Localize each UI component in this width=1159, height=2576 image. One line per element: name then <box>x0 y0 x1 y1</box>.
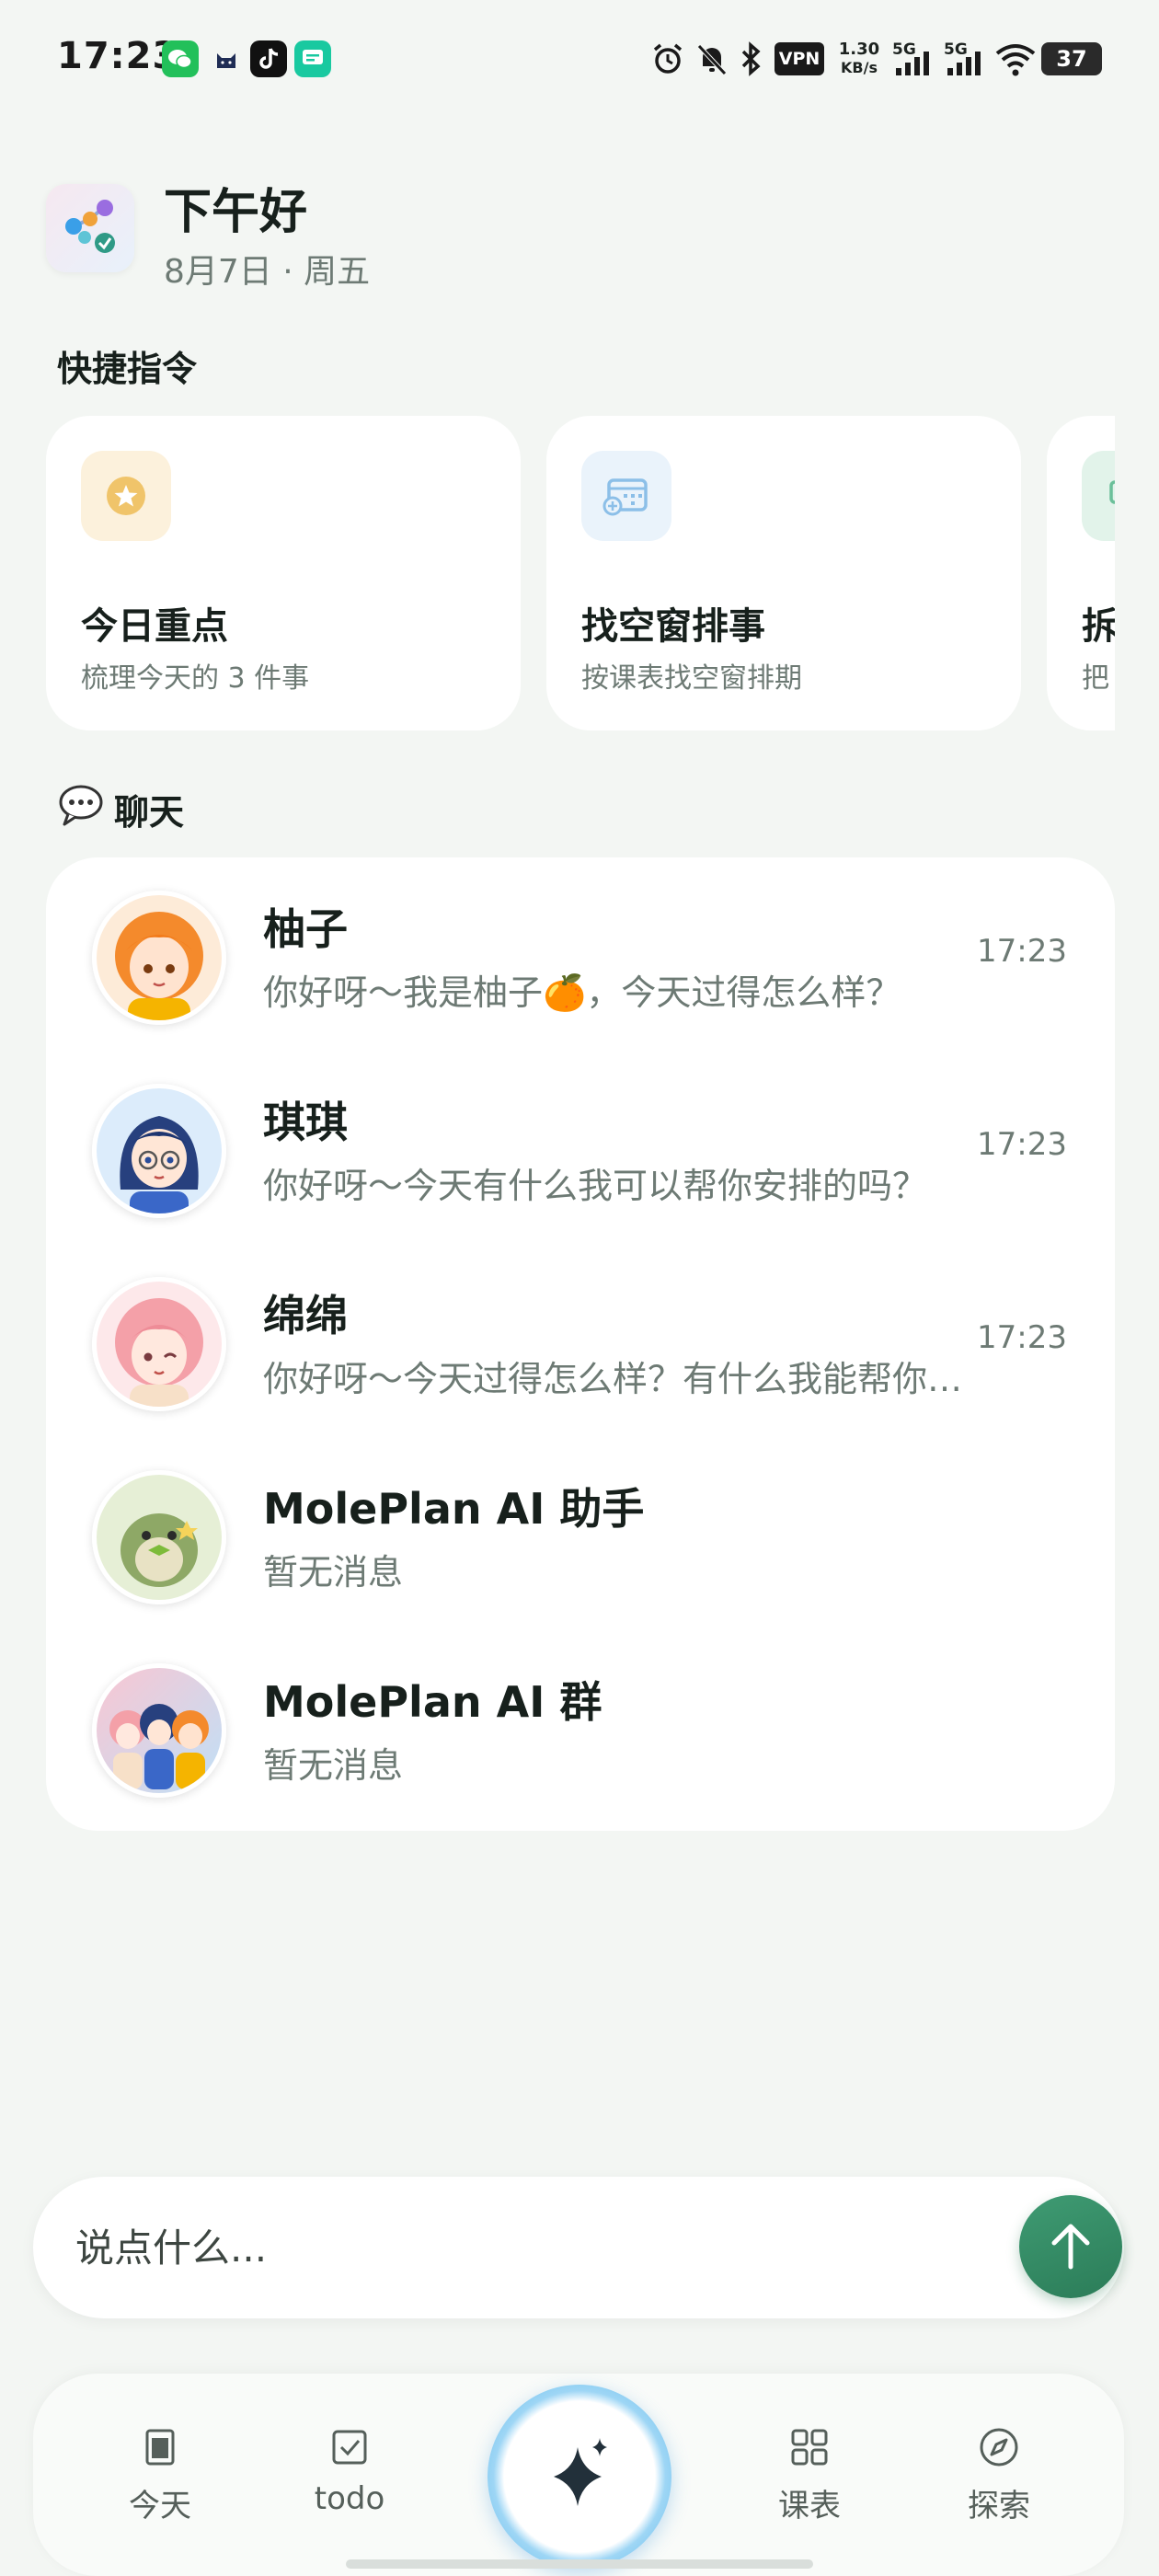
home-indicator[interactable] <box>346 2559 813 2569</box>
send-button[interactable] <box>1019 2195 1122 2298</box>
document-icon <box>145 2429 175 2466</box>
chat-name: 琪琪 <box>263 1098 348 1147</box>
chat-item-qiqi[interactable]: 琪琪 你好呀～今天有什么我可以帮你安排的吗？ 17:23 <box>46 1051 1115 1244</box>
wechat-icon <box>162 40 199 77</box>
app-logo <box>46 184 134 272</box>
quick-card-find-gap[interactable]: 找空窗排事 按课表找空窗排期 <box>546 416 1021 730</box>
message-app-icon <box>294 40 331 77</box>
bluetooth-icon <box>734 40 767 77</box>
avatar-ai-assistant <box>92 1470 226 1604</box>
arrow-up-icon <box>1051 2224 1090 2270</box>
chat-item-mianmian[interactable]: 绵绵 你好呀～今天过得怎么样？有什么我能帮你的？ 17:23 <box>46 1244 1115 1437</box>
avatar-mianmian <box>92 1277 226 1411</box>
cat-app-icon <box>208 40 245 77</box>
chat-preview: 你好呀～我是柚子🍊，今天过得怎么样？ <box>263 972 901 1013</box>
chat-name: MolePlan AI 助手 <box>263 1484 645 1534</box>
list-icon <box>1082 451 1115 541</box>
signal-5g-2-icon: 5G <box>944 40 997 77</box>
quick-card-subtitle: 把 <box>1082 662 1109 695</box>
quick-card-title: 今日重点 <box>81 605 228 648</box>
chat-section-title: 聊天 <box>114 792 185 833</box>
status-bar: 17:23 VPN 1.30 KB/s 5G 5G 37 <box>0 0 1159 120</box>
calendar-add-icon <box>581 451 671 541</box>
chat-name: MolePlan AI 群 <box>263 1677 602 1727</box>
quick-card-split[interactable]: 拆 把 <box>1047 416 1115 730</box>
chat-preview: 你好呀～今天过得怎么样？有什么我能帮你的？ <box>263 1359 990 1399</box>
sparkle-icon <box>554 2438 607 2506</box>
tiktok-icon <box>250 40 287 77</box>
alarm-icon <box>648 40 688 77</box>
chat-preview: 暂无消息 <box>263 1552 404 1593</box>
input-placeholder: 说点什么... <box>75 2225 268 2271</box>
star-icon <box>81 451 171 541</box>
chat-item-ai-assistant[interactable]: MolePlan AI 助手 暂无消息 <box>46 1437 1115 1630</box>
quick-card-today-focus[interactable]: 今日重点 梳理今天的 3 件事 <box>46 416 521 730</box>
chat-time: 17:23 <box>977 933 1067 970</box>
quick-card-subtitle: 按课表找空窗排期 <box>581 662 802 695</box>
chat-item-youzi[interactable]: 柚子 你好呀～我是柚子🍊，今天过得怎么样？ 17:23 <box>46 857 1115 1051</box>
wifi-icon <box>993 40 1038 77</box>
ai-sparkle-button[interactable] <box>488 2385 671 2569</box>
network-speed: 1.30 KB/s <box>838 40 880 77</box>
greeting-title: 下午好 <box>164 185 308 240</box>
speech-bubble-icon <box>55 782 107 828</box>
mute-bell-icon <box>692 40 732 77</box>
chat-preview: 你好呀～今天有什么我可以帮你安排的吗？ <box>263 1166 928 1206</box>
quick-card-subtitle: 梳理今天的 3 件事 <box>81 662 310 695</box>
message-input[interactable]: 说点什么... <box>33 2177 1124 2318</box>
compass-icon <box>980 2428 1018 2467</box>
checkbox-icon <box>332 2430 367 2465</box>
avatar-qiqi <box>92 1084 226 1218</box>
chat-name: 柚子 <box>263 904 348 954</box>
signal-5g-1-icon: 5G <box>892 40 946 77</box>
tab-today[interactable]: 今天 <box>86 2425 234 2536</box>
chat-list: 柚子 你好呀～我是柚子🍊，今天过得怎么样？ 17:23 琪琪 你好呀～今天有什么… <box>46 857 1115 1831</box>
battery-indicator: 37 <box>1041 42 1102 75</box>
chat-item-ai-group[interactable]: MolePlan AI 群 暂无消息 <box>46 1630 1115 1823</box>
chat-preview: 暂无消息 <box>263 1745 404 1786</box>
tab-label: 课表 <box>778 2488 841 2524</box>
tab-label: todo <box>314 2480 385 2517</box>
grid-icon <box>791 2429 828 2466</box>
status-time: 17:23 <box>57 35 179 77</box>
avatar-ai-group <box>92 1663 226 1798</box>
tab-schedule[interactable]: 课表 <box>736 2425 883 2536</box>
chat-time: 17:23 <box>977 1126 1067 1163</box>
quick-commands-title: 快捷指令 <box>57 349 198 389</box>
vpn-badge: VPN <box>775 42 824 75</box>
tab-explore[interactable]: 探索 <box>925 2425 1073 2536</box>
tab-todo[interactable]: todo <box>276 2425 423 2536</box>
chat-name: 绵绵 <box>263 1291 348 1340</box>
tab-label: 今天 <box>129 2488 191 2524</box>
avatar-youzi <box>92 891 226 1025</box>
quick-card-title: 拆 <box>1082 605 1115 648</box>
tab-label: 探索 <box>968 2488 1030 2524</box>
date-label: 8月7日 · 周五 <box>164 253 371 291</box>
quick-commands-scroller[interactable]: 今日重点 梳理今天的 3 件事 找空窗排事 按课表找空窗排期 拆 把 <box>46 416 1115 730</box>
chat-time: 17:23 <box>977 1319 1067 1356</box>
quick-card-title: 找空窗排事 <box>581 605 765 648</box>
